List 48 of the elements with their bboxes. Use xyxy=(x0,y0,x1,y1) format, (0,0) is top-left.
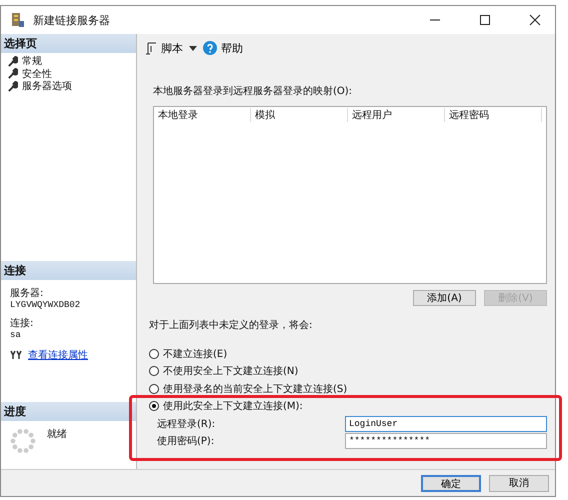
connection-label: 连接: xyxy=(10,316,34,330)
server-label: 服务器: xyxy=(10,287,44,300)
dropdown-caret-icon[interactable] xyxy=(189,46,197,50)
mapping-table[interactable]: 本地登录 模拟 远程用户 远程密码 xyxy=(153,106,547,284)
dialog-button[interactable]: 确定 xyxy=(421,474,481,492)
help-icon xyxy=(203,41,217,55)
script-button[interactable]: 脚本 xyxy=(145,40,183,56)
connection-icon xyxy=(10,350,22,360)
section-header: 进度 xyxy=(1,402,136,421)
sidebar-item[interactable]: 安全性 xyxy=(22,66,52,81)
column-header[interactable]: 本地登录 xyxy=(154,108,251,122)
section-header: 连接 xyxy=(1,261,136,280)
remote-login-label: 远程登录(R): xyxy=(156,418,216,430)
radio-button[interactable] xyxy=(149,348,159,359)
maximize-icon[interactable] xyxy=(479,14,491,26)
radio-button[interactable] xyxy=(149,401,159,412)
radio-button[interactable] xyxy=(149,384,159,394)
radio-label[interactable]: 使用登录名的当前安全上下文建立连接(S) xyxy=(163,382,348,396)
column-header[interactable]: 模拟 xyxy=(251,108,348,122)
connection-user: sa xyxy=(10,330,22,340)
script-icon xyxy=(145,42,157,54)
mapping-button[interactable]: 添加(A) xyxy=(413,290,476,306)
remote-login-field[interactable]: LoginUser xyxy=(345,416,547,432)
close-icon[interactable] xyxy=(529,14,541,26)
password-label: 使用密码(P): xyxy=(156,434,216,448)
dialog-button[interactable]: 取消 xyxy=(489,474,549,492)
radio-label[interactable]: 不使用安全上下文建立连接(N) xyxy=(163,364,298,378)
radio-label[interactable]: 使用此安全上下文建立连接(M): xyxy=(163,399,303,414)
wrench-icon xyxy=(7,80,18,92)
server-name: LYGVWQYWXDB02 xyxy=(10,300,82,310)
server-icon xyxy=(9,12,25,28)
mapping-label: 本地服务器登录到远程服务器登录的映射(O): xyxy=(153,84,354,98)
column-header[interactable]: 远程密码 xyxy=(445,108,542,122)
connection-properties-link[interactable]: 查看连接属性 xyxy=(28,348,88,362)
progress-status: 就绪 xyxy=(47,428,67,441)
password-field[interactable]: *************** xyxy=(345,432,547,448)
undefined-logins-label: 对于上面列表中未定义的登录，将会: xyxy=(149,318,314,332)
spinner-icon xyxy=(9,427,37,455)
sidebar-item[interactable]: 常规 xyxy=(22,54,42,68)
wrench-icon xyxy=(7,56,18,67)
help-button[interactable]: 帮助 xyxy=(203,40,243,56)
section-header: 选择页 xyxy=(1,34,136,53)
window-title: 新建链接服务器 xyxy=(33,12,110,28)
column-header[interactable]: 远程用户 xyxy=(348,108,445,122)
radio-label[interactable]: 不建立连接(E) xyxy=(163,346,228,361)
radio-button[interactable] xyxy=(149,366,159,376)
wrench-icon xyxy=(7,68,18,80)
sidebar-item[interactable]: 服务器选项 xyxy=(22,79,72,94)
